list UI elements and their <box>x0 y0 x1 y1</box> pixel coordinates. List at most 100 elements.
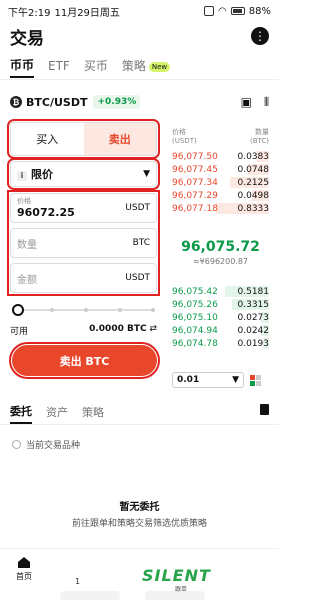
last-price: 96,075.72 <box>181 239 260 255</box>
slider-knob[interactable] <box>12 304 24 316</box>
chevron-down-icon: ▼ <box>232 375 239 385</box>
slider-stop[interactable] <box>118 308 122 312</box>
battery-level: 88% <box>248 5 271 17</box>
bid-qty: 0.3315 <box>237 299 270 310</box>
bid-price: 96,075.10 <box>172 312 218 323</box>
tab-buy-crypto[interactable]: 买币 <box>84 57 108 77</box>
tab-strategies[interactable]: 策略 <box>82 404 104 423</box>
tab-orders[interactable]: 委托 <box>10 403 32 424</box>
info-icon: i <box>17 171 27 181</box>
order-type-select[interactable]: i 限价 ▼ <box>7 158 160 190</box>
bid-price: 96,075.42 <box>172 286 218 297</box>
ask-row[interactable]: 96,077.29 0.0498 <box>172 189 269 202</box>
chart-icon[interactable]: ▣ <box>241 95 252 110</box>
slider-stop[interactable] <box>151 308 155 312</box>
order-type-value: 限价 <box>31 168 53 181</box>
amount-slider[interactable] <box>12 304 155 316</box>
bid-price: 96,075.26 <box>172 299 218 310</box>
slider-stop[interactable] <box>50 308 54 312</box>
ask-price: 96,077.50 <box>172 151 218 162</box>
tab-spot[interactable]: 币币 <box>10 56 35 78</box>
divider <box>0 79 279 80</box>
current-pair-filter[interactable]: 当前交易品种 <box>12 438 80 451</box>
ask-qty: 0.0383 <box>237 151 270 162</box>
candlestick-icon[interactable]: ⫴ <box>264 95 269 110</box>
bid-qty: 0.0273 <box>237 312 270 323</box>
home-icon <box>18 557 30 568</box>
battery-icon <box>230 7 245 15</box>
depth-controls: 0.01 ▼ <box>172 372 269 388</box>
watermark-logo: SILENT <box>142 566 211 585</box>
order-book-asks: 96,077.50 0.0383 96,077.45 0.0748 96,077.34 0… <box>172 150 269 215</box>
order-book-header: 价格 (USDT) 数量 (BTC) <box>172 128 269 146</box>
nav-placeholder <box>60 591 120 600</box>
bid-qty: 0.0193 <box>237 338 270 349</box>
nav-home-label: 首页 <box>16 572 32 581</box>
bid-price: 96,074.78 <box>172 338 218 349</box>
ask-qty: 0.2125 <box>237 177 270 188</box>
bid-row[interactable]: 96,075.42 0.5181 <box>172 285 269 298</box>
page-title: 交易 <box>10 28 44 49</box>
nav-item-partial[interactable]: 1 <box>75 577 80 586</box>
bid-row[interactable]: 96,074.78 0.0193 <box>172 337 269 350</box>
filter-label: 当前交易品种 <box>26 441 81 451</box>
amount-field[interactable]: 数量 BTC <box>10 228 157 258</box>
sell-tab[interactable]: 卖出 <box>83 123 156 155</box>
price-value: 96072.25 <box>17 205 75 219</box>
bid-qty: 0.0242 <box>237 325 270 336</box>
price-column-unit: (USDT) <box>172 137 197 145</box>
ask-row[interactable]: 96,077.50 0.0383 <box>172 150 269 163</box>
qty-column-header: 数量 <box>255 128 269 136</box>
last-price-block: 96,075.72 ≈¥696200.87 <box>172 239 269 266</box>
depth-select[interactable]: 0.01 ▼ <box>172 372 244 388</box>
total-unit: USDT <box>125 273 150 283</box>
bid-row[interactable]: 96,075.10 0.0273 <box>172 311 269 324</box>
radio-icon[interactable] <box>12 440 21 449</box>
bid-row[interactable]: 96,074.94 0.0242 <box>172 324 269 337</box>
more-dots-icon[interactable]: ⋮ <box>251 27 269 45</box>
status-bar: 下午2:19 11月29日周五 ◠ 88% <box>0 0 279 22</box>
ask-price: 96,077.29 <box>172 190 218 201</box>
bottom-nav: 首页 1 <box>0 548 279 600</box>
buy-sell-toggle: 买入 卖出 <box>7 119 160 159</box>
total-placeholder: 金额 <box>17 274 37 286</box>
ask-qty: 0.8333 <box>237 203 270 214</box>
ask-price: 96,077.45 <box>172 164 218 175</box>
ask-row[interactable]: 96,077.45 0.0748 <box>172 163 269 176</box>
wifi-icon: ◠ <box>218 5 227 17</box>
pair-actions: ▣ ⫴ <box>241 95 269 110</box>
ask-row[interactable]: 96,077.34 0.2125 <box>172 176 269 189</box>
buy-tab[interactable]: 买入 <box>11 123 84 155</box>
tab-etf[interactable]: ETF <box>48 59 70 76</box>
slider-stop[interactable] <box>84 308 88 312</box>
watermark-sub: 跟单 <box>175 586 188 593</box>
tab-assets[interactable]: 资产 <box>46 404 68 423</box>
empty-title: 暂无委托 <box>119 502 160 513</box>
ask-price: 96,077.34 <box>172 177 218 188</box>
bid-row[interactable]: 96,075.26 0.3315 <box>172 298 269 311</box>
ask-row[interactable]: 96,077.18 0.8333 <box>172 202 269 215</box>
sell-submit-button[interactable]: 卖出 BTC <box>9 342 160 379</box>
tab-strategy[interactable]: 策略 New <box>122 57 171 77</box>
status-time: 下午2:19 <box>8 7 51 19</box>
divider <box>0 424 279 425</box>
price-field[interactable]: 价格 96072.25 USDT <box>10 193 157 223</box>
depth-value: 0.01 <box>177 375 200 385</box>
order-history-icon[interactable] <box>260 404 269 415</box>
ask-qty: 0.0498 <box>237 190 270 201</box>
pair-name: BTC/USDT <box>26 95 88 109</box>
price-column-header: 价格 <box>172 128 186 136</box>
available-amount: 0.0000 BTC <box>89 324 147 334</box>
pair-selector[interactable]: ₿ BTC/USDT +0.93% <box>10 95 141 109</box>
transfer-icon[interactable]: ⇄ <box>149 324 157 334</box>
order-inputs: 价格 96072.25 USDT 数量 BTC 金额 USDT <box>7 190 160 296</box>
empty-subtitle[interactable]: 前往跟单和策略交易筛选优质策略 <box>0 516 279 529</box>
new-badge: New <box>148 61 171 72</box>
available-balance: 可用 0.0000 BTC ⇄ <box>10 324 157 337</box>
total-field[interactable]: 金额 USDT <box>10 263 157 293</box>
chevron-down-icon: ▼ <box>143 169 150 179</box>
book-layout-icon[interactable] <box>250 374 261 386</box>
nav-home[interactable]: 首页 <box>16 557 32 582</box>
amount-placeholder: 数量 <box>17 239 37 251</box>
top-tabs: 币币 ETF 买币 策略 New <box>10 56 171 78</box>
